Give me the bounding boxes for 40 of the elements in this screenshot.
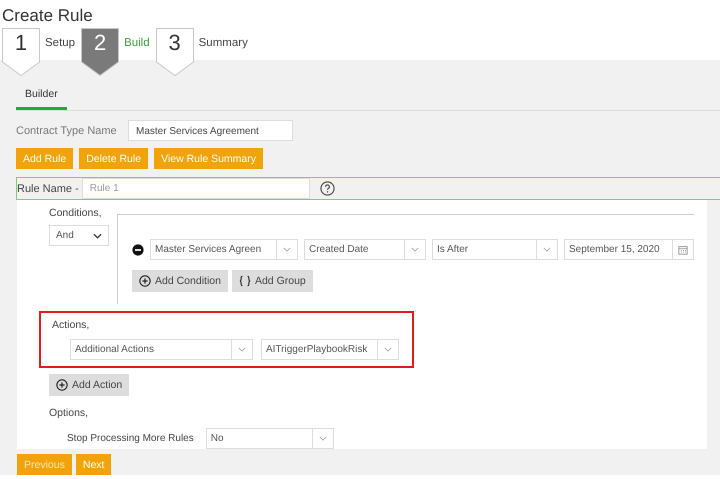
plus-circle-icon xyxy=(139,275,151,287)
step-label[interactable]: Build xyxy=(124,37,150,49)
field-label: Contract Type Name xyxy=(16,124,118,136)
operator-dropdown[interactable]: And xyxy=(49,225,109,246)
contract-type-field[interactable]: Master Services Agreement xyxy=(128,120,293,141)
builder-tab[interactable]: Builder xyxy=(16,82,67,110)
section-label: Options, xyxy=(49,407,90,419)
field-label: Rule Name - xyxy=(17,182,79,194)
step-marker[interactable]: 3 xyxy=(156,28,194,76)
condition-dropdown[interactable]: Created Date xyxy=(304,239,426,260)
option-dropdown[interactable]: No xyxy=(206,428,334,449)
option-label: Stop Processing More Rules xyxy=(67,433,194,444)
chevron-icon xyxy=(318,436,327,441)
step-marker[interactable]: 2 xyxy=(81,28,120,76)
chevron-icon xyxy=(283,247,291,252)
help-icon[interactable] xyxy=(320,181,335,196)
step-label[interactable]: Setup xyxy=(45,37,76,49)
braces-icon xyxy=(238,275,251,287)
condition-dropdown[interactable]: Is After xyxy=(432,239,558,260)
chevron-icon xyxy=(411,247,419,252)
step-label[interactable]: Summary xyxy=(198,37,248,49)
chevron-icon xyxy=(93,232,102,238)
chevron-icon xyxy=(543,247,551,252)
add-action-button[interactable]: Add Action xyxy=(49,374,130,396)
condition-dropdown[interactable]: Master Services Agreen xyxy=(150,239,298,260)
action-dropdown[interactable]: AITriggerPlaybookRisk xyxy=(261,339,399,360)
add-button[interactable]: Add Group xyxy=(232,270,313,292)
step-marker[interactable]: 1 xyxy=(2,28,40,76)
section-label: Actions, xyxy=(52,319,90,331)
section-label: Conditions, xyxy=(49,207,103,219)
chevron-icon xyxy=(238,347,246,352)
remove-icon[interactable] xyxy=(132,244,144,256)
action-dropdown[interactable]: Additional Actions xyxy=(70,339,253,360)
plus-circle-icon xyxy=(56,379,68,391)
rule-name-field[interactable]: Rule 1 xyxy=(82,178,310,199)
page-title: Create Rule xyxy=(1,5,94,27)
calendar-icon xyxy=(678,244,688,254)
add-button[interactable]: Add Condition xyxy=(132,270,228,292)
chevron-icon xyxy=(384,347,392,352)
date-field[interactable]: September 15, 2020 xyxy=(564,239,694,260)
